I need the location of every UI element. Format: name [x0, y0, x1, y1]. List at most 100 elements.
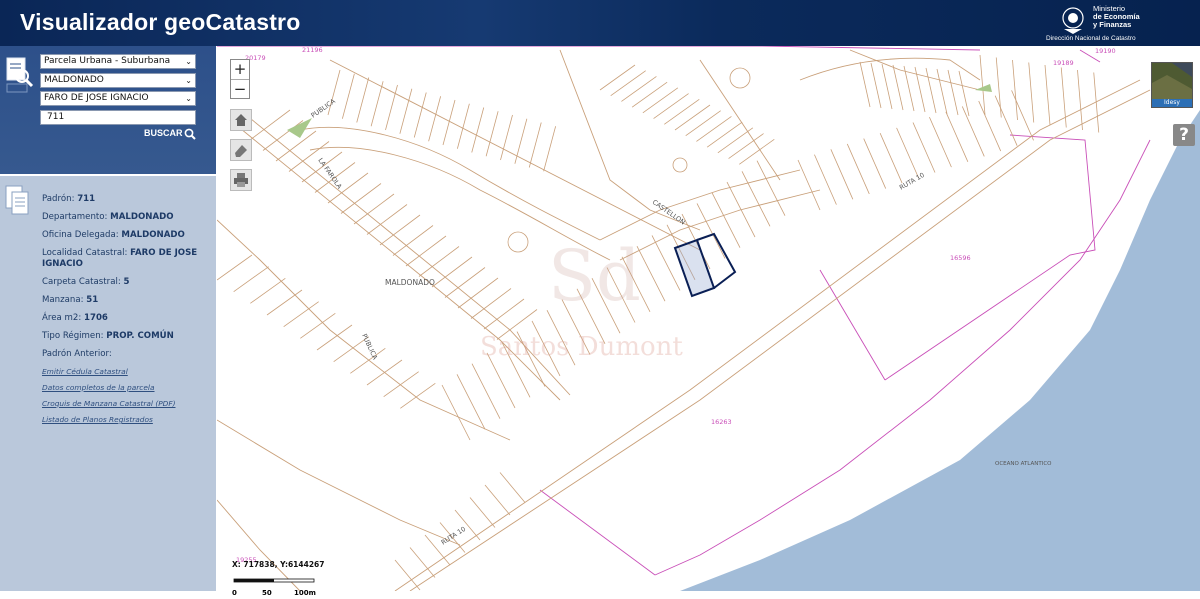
- parcel-info-list: Padrón: 711 Departamento: MALDONADO Ofic…: [42, 194, 212, 431]
- parcel-boundary: [428, 96, 442, 142]
- parcel-boundary: [914, 66, 926, 113]
- parcel-boundary: [1028, 62, 1035, 123]
- parcel-boundary: [366, 359, 403, 386]
- info-localidad: Localidad Catastral: FARO DE JOSE IGNACI…: [42, 248, 198, 269]
- ocean-area: [680, 110, 1200, 591]
- satellite-thumbnail-icon: [1152, 63, 1192, 99]
- parcel-boundary: [642, 87, 679, 114]
- parcel-boundary: [859, 61, 871, 108]
- parcel-boundary: [892, 64, 904, 111]
- link-cedula[interactable]: Emitir Cédula Catastral: [42, 367, 212, 377]
- parcel-boundary: [399, 88, 413, 134]
- parcel-boundary: [610, 70, 646, 97]
- departamento-select-value: MALDONADO: [44, 75, 104, 85]
- basemap-switcher[interactable]: Idesy: [1151, 62, 1193, 108]
- parcel-boundary: [879, 133, 903, 184]
- zoom-out-button[interactable]: −: [231, 79, 249, 99]
- printer-icon: [234, 173, 248, 187]
- parcel-boundary: [830, 149, 854, 200]
- search-panel: Parcela Urbana - Suburbana ⌄ MALDONADO ⌄…: [0, 46, 216, 174]
- parcel-boundary: [543, 126, 557, 172]
- zoom-in-button[interactable]: +: [231, 60, 249, 79]
- parcel-boundary: [994, 95, 1018, 146]
- parcel-boundary: [484, 484, 511, 516]
- parcel-boundary: [636, 245, 666, 302]
- watermark-name: Santos Dumont: [480, 332, 683, 362]
- parcel-boundary: [266, 289, 303, 316]
- label-parcel: 21196: [302, 46, 323, 54]
- info-oficina: Oficina Delegada: MALDONADO: [42, 230, 185, 240]
- coordinate-readout: X: 717838, Y:6144267: [232, 560, 325, 569]
- parcel-boundary: [356, 77, 370, 123]
- chevron-down-icon: ⌄: [185, 76, 192, 85]
- parcel-boundary: [441, 384, 471, 441]
- cadastral-map[interactable]: Sd Santos Dumont MALDONADO PUBLICA PUBLI…: [217, 46, 1200, 591]
- parcel-boundary: [249, 109, 291, 141]
- label-parcel: 16596: [950, 254, 971, 262]
- parcel-boundary: [485, 111, 499, 157]
- parcel-boundary: [925, 67, 937, 114]
- parcel-boundary: [728, 133, 764, 159]
- link-croquis[interactable]: Croquis de Manzana Catastral (PDF): [42, 399, 212, 409]
- departamento-select[interactable]: MALDONADO ⌄: [40, 73, 196, 88]
- info-carpeta: Carpeta Catastral: 5: [42, 277, 130, 287]
- parcel-boundary: [1012, 59, 1018, 121]
- parcel-boundary: [651, 235, 681, 291]
- parcel-boundary: [653, 93, 689, 119]
- parcel-boundary: [881, 63, 893, 110]
- label-ocean: OCEANO ATLANTICO: [995, 461, 1052, 467]
- parcel-boundary: [929, 116, 952, 168]
- label-ruta-10: RUTA 10: [898, 171, 926, 192]
- parcel-boundary: [664, 98, 700, 125]
- parcel-boundary: [870, 62, 882, 109]
- parcel-boundary: [1077, 69, 1083, 131]
- parcel-boundary: [514, 118, 528, 164]
- scale-label-100: 100m: [294, 589, 316, 597]
- print-button[interactable]: [230, 169, 252, 191]
- localidad-select[interactable]: FARO DE JOSE IGNACIO ⌄: [40, 91, 196, 106]
- tipo-select[interactable]: Parcela Urbana - Suburbana ⌄: [40, 54, 196, 69]
- help-button[interactable]: ?: [1173, 124, 1195, 146]
- parcel-boundary: [726, 181, 756, 238]
- parcel-boundary: [978, 100, 1002, 152]
- link-planos[interactable]: Listado de Planos Registrados: [42, 415, 212, 425]
- search-icon[interactable]: [184, 128, 196, 140]
- parcel-boundary: [947, 69, 959, 116]
- green-area: [975, 84, 992, 92]
- parcel-boundary: [846, 143, 870, 195]
- parcel-boundary: [599, 64, 636, 91]
- ministry-logo: Ministerio de Economía y Finanzas Direcc…: [1046, 3, 1180, 43]
- info-padron: Padrón: 711: [42, 194, 96, 204]
- cul-de-sac: [729, 67, 751, 89]
- padron-input[interactable]: 711: [40, 110, 196, 125]
- cul-de-sac: [507, 231, 529, 253]
- parcel-boundary: [756, 160, 786, 216]
- zoom-control: + −: [230, 59, 250, 99]
- parcel-boundary: [863, 138, 887, 189]
- buscar-button[interactable]: BUSCAR: [144, 128, 183, 138]
- parcel-boundary: [471, 363, 501, 419]
- parcel-boundary: [1044, 64, 1051, 126]
- link-datos[interactable]: Datos completos de la parcela: [42, 383, 212, 393]
- parcel-boundary: [797, 159, 821, 211]
- document-search-icon: [6, 57, 34, 93]
- parcel-boundary: [409, 547, 436, 578]
- label-publica: PUBLICA: [310, 97, 338, 120]
- watermark-initials: Sd: [548, 235, 641, 317]
- parcel-boundary: [1011, 90, 1034, 141]
- home-button[interactable]: [230, 109, 252, 131]
- label-parcel: 16263: [711, 418, 732, 426]
- info-regimen: Tipo Régimen: PROP. COMÚN: [42, 331, 174, 341]
- parcel-boundary: [316, 324, 353, 351]
- parcel-boundary: [499, 472, 526, 503]
- parcel-boundary: [739, 138, 775, 165]
- erase-button[interactable]: [230, 139, 252, 161]
- parcel-boundary: [456, 374, 486, 430]
- map-canvas[interactable]: Sd Santos Dumont MALDONADO PUBLICA PUBLI…: [217, 46, 1200, 591]
- selected-parcel[interactable]: [673, 238, 716, 298]
- parcel-boundary: [233, 266, 269, 292]
- parcel-boundary: [741, 171, 771, 227]
- label-parcel: 19190: [1095, 47, 1116, 55]
- parcel-boundary: [300, 313, 336, 339]
- scale-label-50: 50: [262, 589, 272, 597]
